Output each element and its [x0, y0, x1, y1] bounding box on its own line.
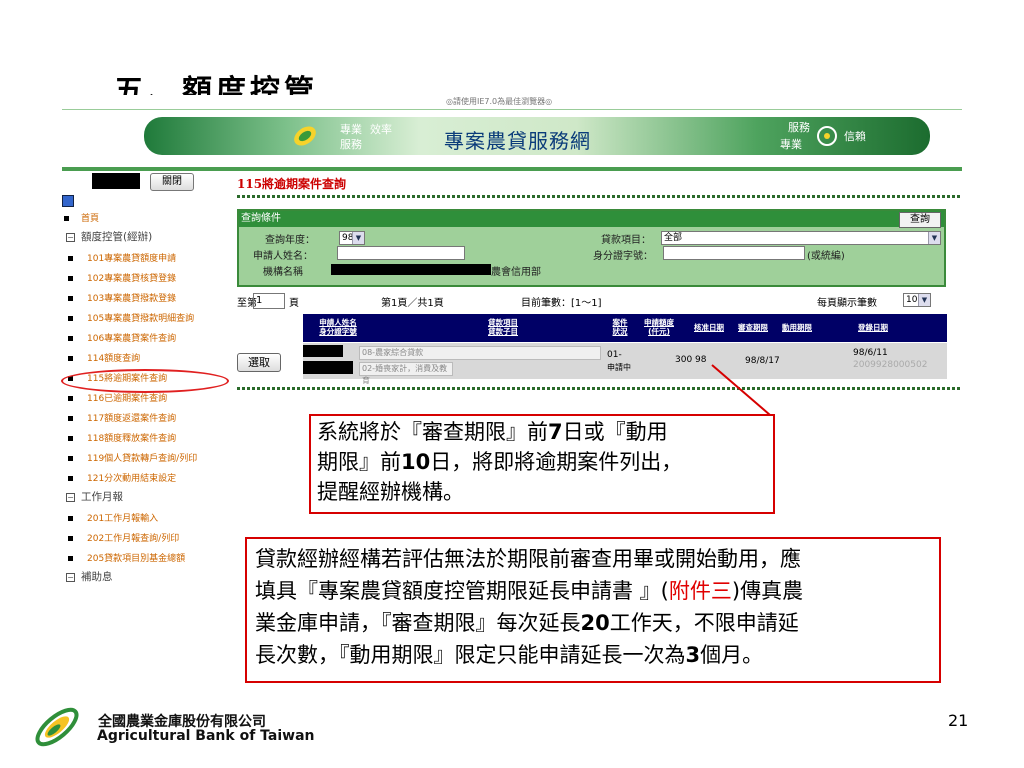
per-page-select[interactable]: 10 ▼ [903, 293, 931, 307]
close-button[interactable]: 關閉 [150, 173, 194, 191]
id-input[interactable] [663, 246, 805, 260]
banner-title: 專案農貸服務網 [444, 129, 591, 153]
table-row: 08-農家綜合貸款 02-婚喪家計，消費及教育 01- 申請中 300 98 9… [303, 343, 947, 385]
divider [237, 387, 962, 390]
col-use-deadline[interactable]: 動用期限 [777, 323, 817, 332]
row-count: 目前筆數：[1〜1] [521, 298, 602, 309]
sidebar-item[interactable]: 202工作月報查詢/列印 [62, 531, 179, 544]
sidebar-item[interactable]: 114額度查詢 [62, 351, 140, 364]
divider [237, 195, 962, 198]
year-label: 查詢年度： [265, 235, 315, 246]
row-amount: 300 [675, 355, 693, 365]
sidebar-section-monthly-report[interactable]: − 工作月報 [62, 489, 123, 504]
query-panel: 查詢條件 查詢 查詢年度： 98 ▼ 申請人姓名： 機構名稱 農會信用部 貸款項目… [237, 209, 946, 287]
org-suffix: 農會信用部 [491, 267, 541, 278]
sidebar-item[interactable]: 102專案農貸核貸登錄 [62, 271, 176, 284]
table-header: 申請人姓名 身分證字號 貸款項目 貸款子目 案件 狀況 申請額度 (仟元) 核准… [303, 314, 947, 342]
attachment-ref: 附件三 [668, 579, 732, 603]
sidebar-item[interactable]: 103專案農貸撥款登錄 [62, 291, 176, 304]
callout-2-line-3: 業金庫申請，『審查期限』每次延長20工作天，不限申請延 [255, 611, 799, 635]
page-number: 21 [948, 711, 969, 730]
row-status-text: 申請中 [607, 363, 631, 372]
id-label: 身分證字號： [593, 251, 653, 262]
query-header: 查詢條件 查詢 [239, 211, 944, 228]
browser-notice-bar: ◎請使用IE7.0為最佳瀏覽器◎ [62, 95, 962, 110]
sidebar-item[interactable]: 205貸款項目別基金總額 [62, 551, 185, 564]
callout-note-2: 貸款經辦經構若評估無法於期限前審查用畢或開始動用，應 填具『專案農貸額度控管期限… [245, 537, 941, 683]
row-register-no: 2009928000502 [853, 360, 928, 370]
banner-slogan-2: 服務 [340, 138, 362, 151]
banner-slogan-4: 服務 [788, 121, 810, 134]
leaf-logo-icon [294, 126, 316, 146]
applicant-input[interactable] [337, 246, 465, 260]
callout-1-line-2: 期限』前10日，將即將逾期案件列出， [317, 450, 683, 474]
callout-note-1: 系統將於『審查期限』前7日或『動用 期限』前10日，將即將逾期案件列出， 提醒經… [309, 414, 775, 514]
pager: 至第 1 頁 第1頁／共1頁 目前筆數：[1〜1] 每頁顯示筆數 10 ▼ [237, 293, 947, 309]
page-heading: 115將逾期案件查詢 [237, 177, 347, 191]
goto-suffix: 頁 [289, 298, 299, 309]
bank-logo-icon [35, 707, 79, 747]
col-amount[interactable]: 申請額度 (仟元) [639, 318, 679, 336]
main-panel: 115將逾期案件查詢 查詢條件 查詢 查詢年度： 98 ▼ 申請人姓名： 機構名稱… [237, 171, 962, 585]
sidebar-item[interactable]: 201工作月報輸入 [62, 511, 158, 524]
loan-item-label: 貸款項目： [601, 235, 651, 246]
callout-2-line-2: 填具『專案農貸額度控管期限延長申請書 』(附件三)傳真農 [255, 579, 804, 603]
col-loan-item[interactable]: 貸款項目 貸款子目 [423, 318, 583, 336]
callout-1-line-1: 系統將於『審查期限』前7日或『動用 [317, 420, 668, 444]
redacted-org [331, 264, 491, 275]
redacted-id [303, 361, 353, 374]
sidebar-item[interactable]: 118額度釋放案件查詢 [62, 431, 176, 444]
col-applicant[interactable]: 申請人姓名 身分證字號 [303, 318, 373, 336]
company-name-en: Agricultural Bank of Taiwan [97, 728, 315, 744]
callout-2-line-4: 長次數，『動用期限』限定只能申請延長一次為3個月。 [255, 643, 764, 667]
sidebar-item[interactable]: 119個人貸款轉戶查詢/列印 [62, 451, 197, 464]
sidebar-item[interactable]: 105專案農貸撥款明細查詢 [62, 311, 194, 324]
row-loan-subitem: 02-婚喪家計，消費及教育 [359, 362, 453, 385]
redacted-name [303, 345, 343, 357]
row-review-deadline: 98/8/17 [745, 356, 780, 366]
flower-icon [817, 126, 837, 146]
sidebar-item[interactable]: 117額度返還案件查詢 [62, 411, 176, 424]
row-register-date: 98/6/11 [853, 348, 888, 358]
applicant-label: 申請人姓名： [253, 251, 313, 262]
col-register-date[interactable]: 登錄日期 [843, 323, 903, 332]
loan-item-select[interactable]: 全部 ▼ [661, 231, 941, 245]
sidebar-item[interactable]: 121分次動用結束設定 [62, 471, 176, 484]
browser-notice: ◎請使用IE7.0為最佳瀏覽器◎ [446, 97, 553, 106]
banner-slogan-3: 效率 [370, 123, 392, 136]
query-button[interactable]: 查詢 [899, 212, 941, 228]
back-arrow-icon[interactable] [62, 195, 74, 207]
col-status[interactable]: 案件 狀況 [607, 318, 633, 336]
sidebar-item[interactable]: 106專案農貸案件查詢 [62, 331, 176, 344]
row-loan-item: 08-農家綜合貸款 [359, 346, 601, 360]
sidebar-item-home[interactable]: 首頁 [62, 211, 99, 224]
goto-page-input[interactable]: 1 [253, 293, 285, 309]
sidebar-item[interactable]: 101專案農貸額度申請 [62, 251, 176, 264]
row-status-code: 01- [607, 350, 622, 360]
sidebar-section-quota[interactable]: − 額度控管(經辦) [62, 229, 152, 244]
callout-2-line-1: 貸款經辦經構若評估無法於期限前審查用畢或開始動用，應 [255, 547, 801, 571]
banner-slogan-1: 專業 [340, 123, 362, 136]
id-hint: (或統編) [807, 251, 845, 262]
banner-slogan-6: 信賴 [844, 130, 866, 143]
org-label: 機構名稱 [263, 267, 303, 278]
col-review-deadline[interactable]: 審查期限 [733, 323, 773, 332]
redacted-user [92, 173, 140, 189]
sidebar-section-interest[interactable]: − 補助息 [62, 569, 113, 584]
callout-1-line-3: 提醒經辦機構。 [317, 480, 464, 504]
highlight-oval [61, 369, 229, 393]
col-approve-date[interactable]: 核准日期 [689, 323, 729, 332]
per-page-label: 每頁顯示筆數 [817, 298, 877, 309]
page-info: 第1頁／共1頁 [381, 298, 444, 309]
year-select[interactable]: 98 ▼ [339, 231, 365, 245]
select-button[interactable]: 選取 [237, 353, 281, 372]
banner-slogan-5: 專業 [780, 138, 802, 151]
row-approve-date: 98 [695, 355, 707, 365]
site-banner: 專業 效率 服務 專案農貸服務網 服務 專業 信賴 [144, 117, 930, 155]
